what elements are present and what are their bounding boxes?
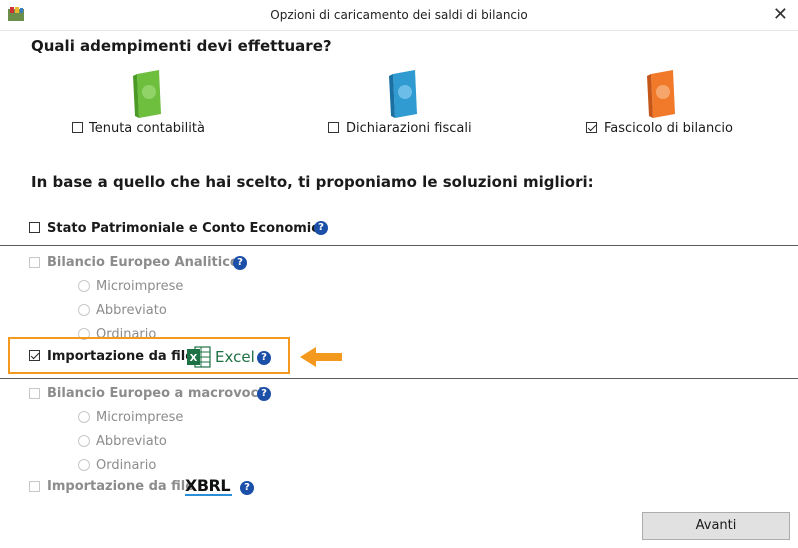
excel-icon: X xyxy=(187,346,211,368)
dichiarazioni-label: Dichiarazioni fiscali xyxy=(346,121,472,136)
analitico-label: Bilancio Europeo Analitico xyxy=(47,255,239,270)
macrovoci-radio-label: Ordinario xyxy=(96,458,157,473)
tenuta-label: Tenuta contabilità xyxy=(89,121,205,136)
analitico-radio-abbreviato[interactable] xyxy=(78,304,90,316)
section2-question: In base a quello che hai scelto, ti prop… xyxy=(31,173,594,191)
macrovoci-help-icon[interactable]: ? xyxy=(257,387,271,401)
macrovoci-radio-ordinario[interactable] xyxy=(78,459,90,471)
stato-label: Stato Patrimoniale e Conto Economico xyxy=(47,221,328,236)
next-button[interactable]: Avanti xyxy=(642,512,790,540)
import-xbrl-label: Importazione da file xyxy=(47,479,195,494)
analitico-help-icon[interactable]: ? xyxy=(233,256,247,270)
tenuta-checkbox[interactable] xyxy=(72,122,83,133)
arrow-pointer-icon xyxy=(300,347,342,367)
import-excel-help-icon[interactable]: ? xyxy=(257,351,271,365)
import-xbrl-checkbox[interactable] xyxy=(29,481,40,492)
title-bar: Opzioni di caricamento dei saldi di bila… xyxy=(0,0,798,31)
divider-1 xyxy=(0,245,798,246)
svg-text:X: X xyxy=(190,353,198,364)
macrovoci-checkbox[interactable] xyxy=(29,388,40,399)
macrovoci-radio-label: Abbreviato xyxy=(96,434,167,449)
fascicolo-book-icon xyxy=(647,70,675,118)
stato-checkbox[interactable] xyxy=(29,222,40,233)
analitico-radio-microimprese[interactable] xyxy=(78,280,90,292)
macrovoci-radio-label: Microimprese xyxy=(96,410,184,425)
import-excel-label: Importazione da file xyxy=(47,349,195,364)
stato-help-icon[interactable]: ? xyxy=(314,221,328,235)
macrovoci-radio-microimprese[interactable] xyxy=(78,411,90,423)
analitico-checkbox[interactable] xyxy=(29,257,40,268)
tenuta-book-icon xyxy=(133,70,161,118)
fascicolo-label: Fascicolo di bilancio xyxy=(604,121,733,136)
analitico-radio-label: Microimprese xyxy=(96,279,184,294)
section1-question: Quali adempimenti devi effettuare? xyxy=(31,37,332,55)
divider-2 xyxy=(0,378,798,379)
xbrl-logo-underline xyxy=(185,494,232,496)
dichiarazioni-book-icon xyxy=(389,70,417,118)
import-excel-checkbox[interactable] xyxy=(29,350,40,361)
dichiarazioni-checkbox[interactable] xyxy=(328,122,339,133)
xbrl-logo: XBRL xyxy=(185,476,231,495)
analitico-radio-label: Abbreviato xyxy=(96,303,167,318)
close-icon[interactable]: ✕ xyxy=(773,4,788,25)
window-title: Opzioni di caricamento dei saldi di bila… xyxy=(270,8,528,22)
macrovoci-label: Bilancio Europeo a macrovoci xyxy=(47,386,263,401)
fascicolo-checkbox[interactable] xyxy=(586,122,597,133)
import-xbrl-help-icon[interactable]: ? xyxy=(240,481,254,495)
macrovoci-radio-abbreviato[interactable] xyxy=(78,435,90,447)
excel-logo-text: Excel xyxy=(215,348,255,366)
